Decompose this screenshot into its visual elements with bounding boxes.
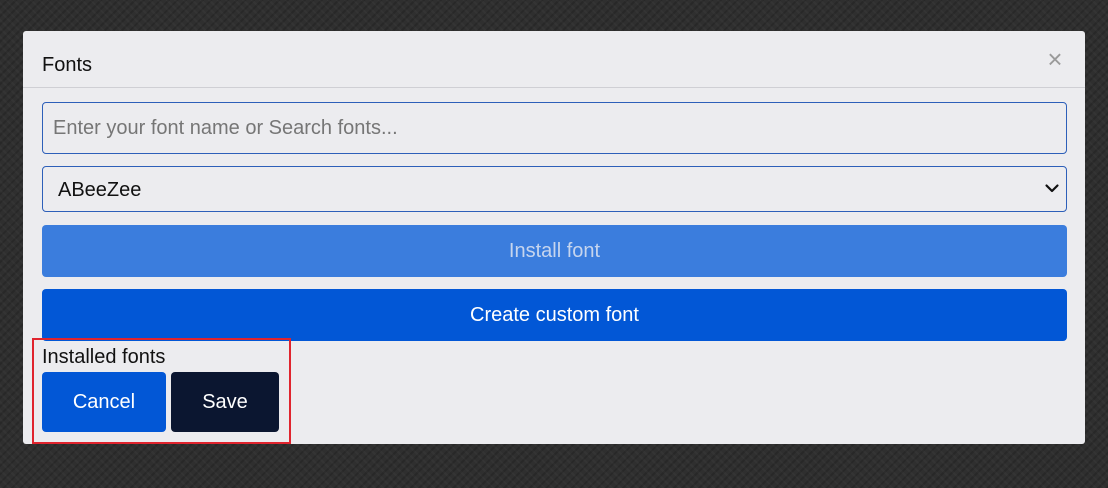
close-icon[interactable]: × (1045, 46, 1065, 72)
save-button[interactable]: Save (171, 372, 279, 432)
install-font-button[interactable]: Install font (42, 225, 1067, 277)
modal-title: Fonts (42, 54, 93, 76)
modal-header: Fonts × (23, 31, 1085, 88)
fonts-modal: Fonts × ABeeZee Install font Create cust… (23, 31, 1085, 444)
create-custom-font-button[interactable]: Create custom font (42, 289, 1067, 341)
font-select[interactable]: ABeeZee (42, 166, 1067, 212)
font-search-input[interactable] (42, 102, 1067, 154)
installed-fonts-label: Installed fonts (42, 346, 166, 368)
font-select-value: ABeeZee (58, 179, 142, 201)
chevron-down-icon (1045, 184, 1059, 193)
cancel-button[interactable]: Cancel (42, 372, 166, 432)
